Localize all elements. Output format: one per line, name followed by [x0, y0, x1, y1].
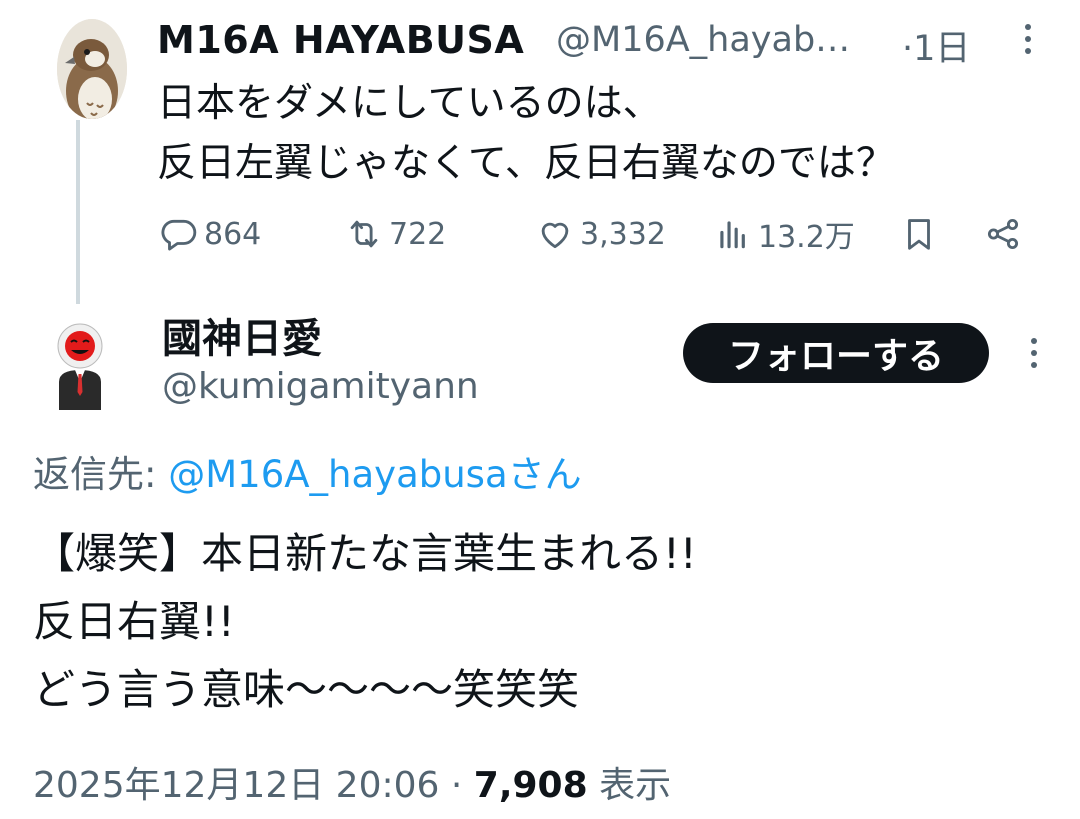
reply-avatar[interactable]: [53, 322, 107, 410]
parent-more-icon[interactable]: [1016, 24, 1040, 64]
parent-avatar[interactable]: [57, 19, 127, 119]
reply-to-mention[interactable]: @M16A_hayabusaさん: [168, 453, 581, 496]
reply-icon: [161, 219, 197, 251]
parent-display-name[interactable]: M16A HAYABUSA: [157, 18, 524, 62]
reply-to-line: 返信先: @M16A_hayabusaさん: [33, 444, 582, 498]
reply-handle[interactable]: @kumigamityann: [162, 366, 479, 407]
reply-more-icon[interactable]: [1022, 338, 1046, 378]
views-count: 13.2万: [758, 220, 855, 255]
reply-display-name[interactable]: 國神日愛: [162, 306, 322, 364]
views-icon: [720, 221, 745, 249]
reply-count: 864: [204, 216, 262, 252]
parent-time[interactable]: ·1日: [902, 20, 970, 71]
reply-action[interactable]: 864: [160, 212, 261, 256]
share-icon: [987, 218, 1019, 250]
retweet-icon: [350, 220, 378, 248]
views-label: 表示: [587, 765, 672, 806]
bookmark-action[interactable]: [900, 212, 944, 256]
share-action[interactable]: [984, 212, 1028, 256]
tweet-meta: 2025年12月12日 20:06 · 7,908 表示: [33, 756, 671, 808]
thread-line: [76, 120, 80, 304]
like-icon: [541, 222, 569, 249]
views-action[interactable]: 13.2万: [714, 212, 855, 256]
timestamp[interactable]: 2025年12月12日 20:06 ·: [33, 765, 474, 806]
parent-tweet-text: 日本をダメにしているのは、 反日左翼じゃなくて、反日右翼なのでは？: [157, 81, 895, 186]
bookmark-icon: [908, 219, 930, 250]
parent-handle[interactable]: @M16A_hayab…: [556, 20, 850, 60]
reply-to-prefix: 返信先:: [33, 453, 169, 496]
retweet-count: 722: [389, 216, 447, 252]
retweet-action[interactable]: 722: [345, 212, 446, 256]
character-avatar-image: [53, 322, 107, 410]
follow-button[interactable]: フォローする: [683, 323, 989, 383]
reply-views-count: 7,908: [473, 765, 588, 806]
like-action[interactable]: 3,332: [536, 212, 666, 256]
hawk-avatar-image: [57, 19, 127, 119]
reply-tweet-text: 【爆笑】本日新たな言葉生まれる!! 反日右翼!! どう言う意味〜〜〜〜笑笑笑: [33, 529, 697, 714]
like-count: 3,332: [580, 216, 666, 252]
